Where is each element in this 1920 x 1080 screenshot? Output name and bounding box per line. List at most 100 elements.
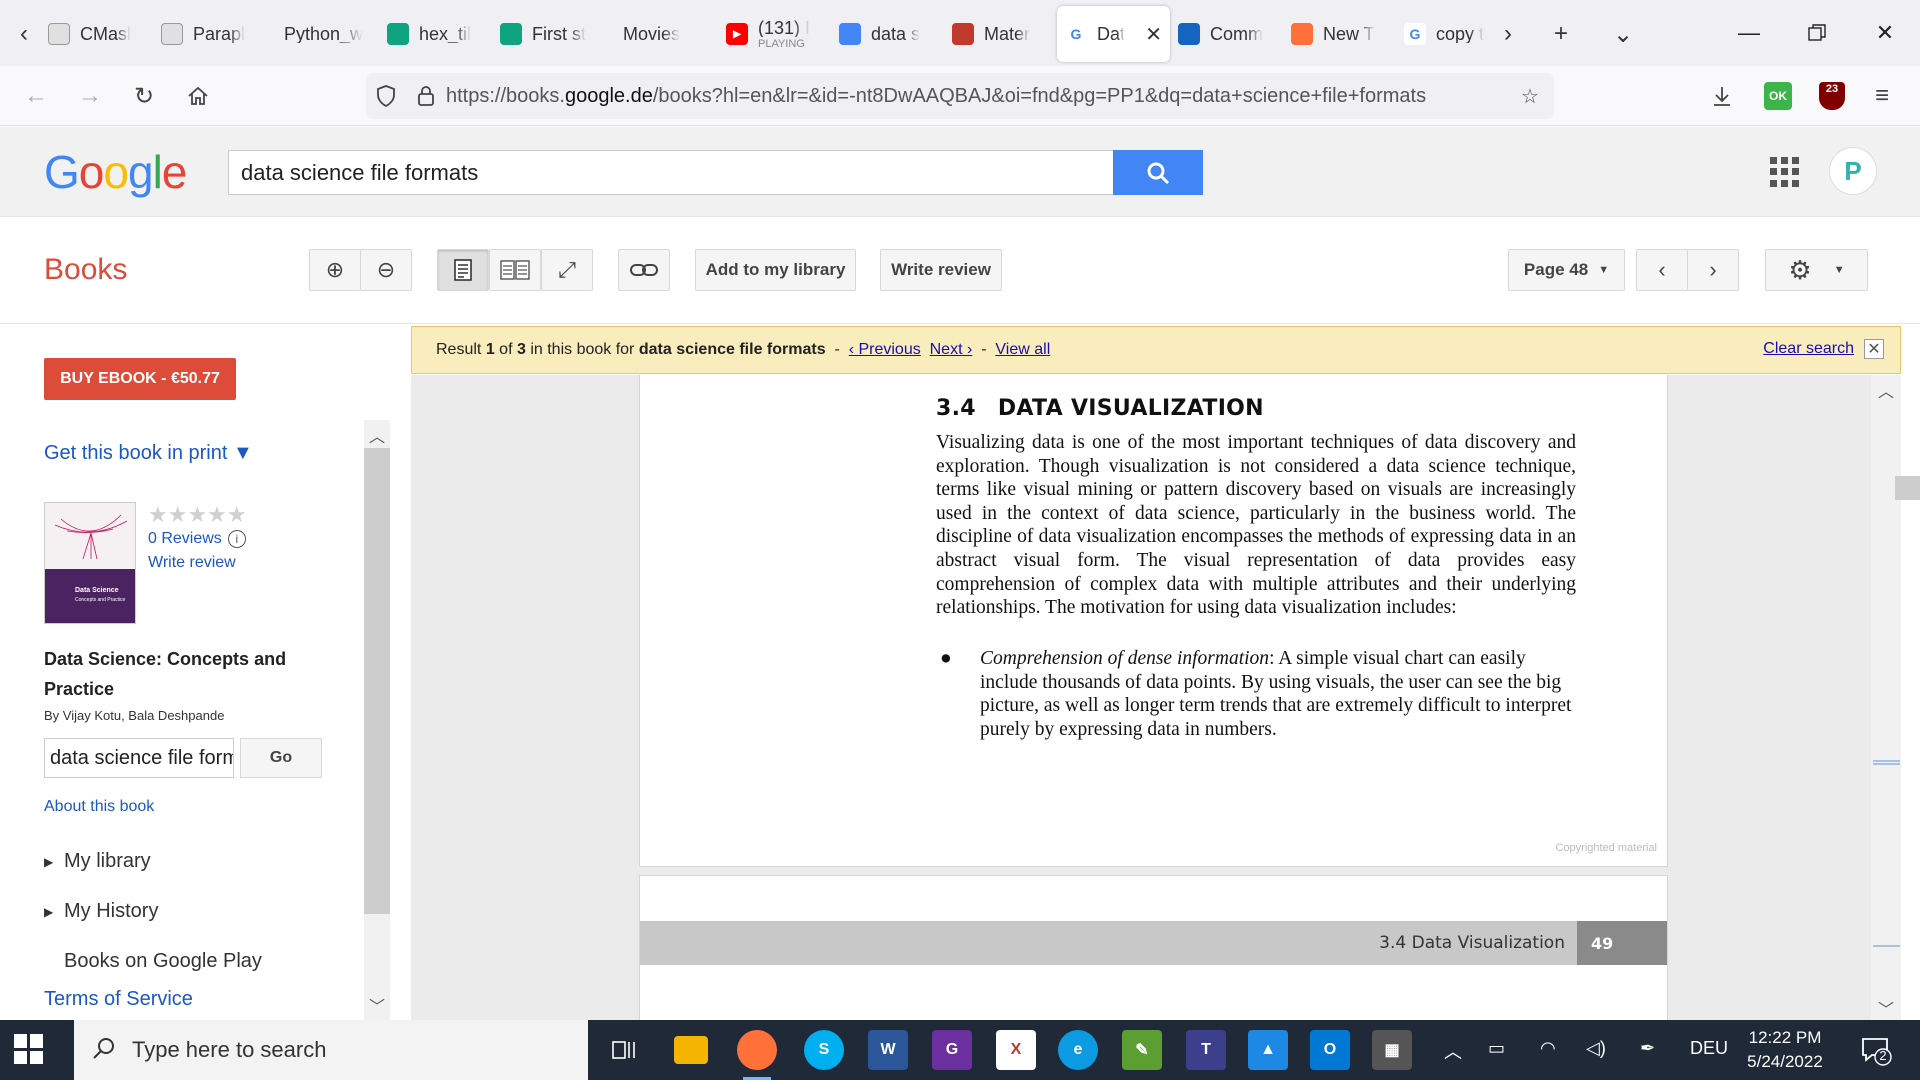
zoom-in-button[interactable]: ⊕ <box>309 249 361 291</box>
fullscreen-button[interactable]: ⤢ <box>541 249 593 291</box>
book-viewer[interactable]: 3.4 DATA VISUALIZATION Visualizing data i… <box>411 375 1871 1020</box>
windows-start-icon[interactable] <box>14 1034 44 1064</box>
texstudio-icon[interactable]: T <box>1186 1030 1226 1070</box>
scroll-down-icon[interactable]: ﹀ <box>1871 995 1901 1021</box>
volume-icon[interactable]: ◁) <box>1586 1038 1606 1059</box>
get-book-in-print-link[interactable]: Get this book in print ▼ <box>44 442 253 465</box>
single-page-view-button[interactable] <box>437 249 489 291</box>
taskbar-search-box[interactable]: Type here to search <box>74 1020 588 1080</box>
calculator-icon[interactable]: ▦ <box>1372 1030 1412 1070</box>
browser-tab[interactable]: hex_til <box>379 6 492 62</box>
browser-tab[interactable]: First st <box>492 6 605 62</box>
tab-scroll-right-icon[interactable]: › <box>1488 14 1528 54</box>
browser-tab[interactable]: Comm <box>1170 6 1283 62</box>
close-icon[interactable]: ✕ <box>1864 339 1884 359</box>
browser-tab[interactable]: Parapl <box>153 6 266 62</box>
book-cover-image[interactable]: Data Science Concepts and Practice <box>44 502 136 624</box>
pdf-app-icon[interactable]: G <box>932 1030 972 1070</box>
browser-tab[interactable]: CMasl <box>40 6 153 62</box>
browser-tab[interactable]: Movies <box>605 6 718 62</box>
browser-tab[interactable]: New T <box>1283 6 1396 62</box>
previous-result-link[interactable]: ‹ Previous <box>849 341 921 359</box>
home-button[interactable] <box>178 76 218 116</box>
new-tab-button[interactable]: + <box>1541 14 1581 54</box>
buy-ebook-button[interactable]: BUY EBOOK - €50.77 <box>44 358 236 400</box>
search-hit-marker[interactable] <box>1873 760 1900 765</box>
restore-window-button[interactable] <box>1782 0 1852 66</box>
downloads-icon[interactable] <box>1702 76 1742 116</box>
books-section-title[interactable]: Books <box>44 253 127 287</box>
account-avatar[interactable]: P <box>1829 147 1877 195</box>
reviews-link[interactable]: 0 Reviews i <box>148 530 246 548</box>
image-editor-icon[interactable]: ✎ <box>1122 1030 1162 1070</box>
page-selector[interactable]: Page 48 ▼ <box>1508 249 1625 291</box>
firefox-icon[interactable] <box>737 1030 777 1080</box>
xmind-icon[interactable]: X <box>996 1030 1036 1070</box>
clear-search-link[interactable]: Clear search <box>1763 340 1854 358</box>
lock-icon[interactable] <box>406 76 446 116</box>
back-button[interactable]: ← <box>16 76 56 116</box>
tab-active[interactable]: G Dat ✕ <box>1057 6 1170 62</box>
add-to-library-button[interactable]: Add to my library <box>695 249 856 291</box>
notification-center-icon[interactable]: 2 <box>1860 1034 1892 1066</box>
list-all-tabs-icon[interactable]: ⌄ <box>1603 14 1643 54</box>
my-history-item[interactable]: ▶ My History <box>44 900 158 923</box>
search-button[interactable] <box>1113 150 1203 195</box>
task-view-icon[interactable] <box>604 1030 644 1070</box>
browser-tab[interactable]: data s <box>831 6 944 62</box>
pen-icon[interactable]: ✒ <box>1640 1038 1655 1059</box>
battery-icon[interactable]: ▭ <box>1488 1038 1505 1059</box>
browser-tab[interactable]: Mater <box>944 6 1057 62</box>
language-indicator[interactable]: DEU <box>1690 1038 1728 1059</box>
go-button[interactable]: Go <box>240 738 322 778</box>
write-review-button[interactable]: Write review <box>880 249 1002 291</box>
terms-of-service-link[interactable]: Terms of Service <box>44 988 193 1011</box>
url-text[interactable]: https://books.google.de/books?hl=en&lr=&… <box>446 85 1486 108</box>
sidebar-scrollbar-thumb[interactable] <box>364 448 390 914</box>
scroll-up-icon[interactable]: ︿ <box>364 422 390 448</box>
two-page-view-button[interactable] <box>489 249 541 291</box>
outlook-icon[interactable]: O <box>1310 1030 1350 1070</box>
browser-tab[interactable]: Python_w <box>266 6 379 62</box>
about-book-link[interactable]: About this book <box>44 798 154 816</box>
extension-ok-icon[interactable]: OK <box>1758 76 1798 116</box>
google-logo[interactable]: Google <box>44 145 187 199</box>
skype-icon[interactable]: S <box>804 1030 844 1070</box>
word-icon[interactable]: W <box>868 1030 908 1070</box>
close-tab-icon[interactable]: ✕ <box>1145 22 1162 47</box>
next-result-link[interactable]: Next › <box>930 341 973 359</box>
tab-scroll-left-icon[interactable]: ‹ <box>4 14 44 54</box>
edge-icon[interactable]: e <box>1058 1030 1098 1070</box>
info-icon[interactable]: i <box>227 530 246 548</box>
viewer-scrollbar[interactable] <box>1871 375 1901 1020</box>
previous-page-button[interactable]: ‹ <box>1636 249 1688 291</box>
shield-icon[interactable] <box>366 76 406 116</box>
settings-button[interactable]: ⚙ ▼ <box>1765 249 1868 291</box>
google-apps-icon[interactable] <box>1770 157 1800 187</box>
viewer-scrollbar-thumb[interactable] <box>1895 476 1920 500</box>
google-search-input[interactable]: data science file formats <box>228 150 1114 195</box>
zoom-out-button[interactable]: ⊖ <box>360 249 412 291</box>
my-library-item[interactable]: ▶ My library <box>44 850 151 873</box>
scroll-down-icon[interactable]: ﹀ <box>364 992 390 1018</box>
photos-icon[interactable]: ▲ <box>1248 1030 1288 1070</box>
reload-button[interactable]: ↻ <box>124 76 164 116</box>
search-hit-marker[interactable] <box>1873 945 1900 947</box>
browser-tab[interactable]: ▶ (131) I PLAYING <box>718 6 831 62</box>
file-explorer-icon[interactable] <box>674 1036 708 1064</box>
app-menu-icon[interactable]: ≡ <box>1862 76 1902 116</box>
view-all-link[interactable]: View all <box>995 341 1050 359</box>
ublock-icon[interactable]: 23 <box>1812 76 1852 116</box>
bookmark-star-icon[interactable]: ☆ <box>1510 76 1550 116</box>
show-hidden-icons-icon[interactable]: ︿ <box>1444 1038 1462 1064</box>
link-button[interactable] <box>618 249 670 291</box>
search-in-book-input[interactable]: data science file form <box>44 738 234 778</box>
taskbar-clock[interactable]: 12:22 PM 5/24/2022 <box>1740 1026 1830 1074</box>
next-page-button[interactable]: › <box>1687 249 1739 291</box>
forward-button[interactable]: → <box>70 76 110 116</box>
wifi-icon[interactable]: ◠ <box>1540 1038 1556 1059</box>
close-window-button[interactable]: ✕ <box>1850 0 1920 66</box>
address-bar[interactable]: https://books.google.de/books?hl=en&lr=&… <box>366 73 1554 119</box>
books-on-play-item[interactable]: Books on Google Play <box>64 950 262 973</box>
write-review-link[interactable]: Write review <box>148 554 236 572</box>
